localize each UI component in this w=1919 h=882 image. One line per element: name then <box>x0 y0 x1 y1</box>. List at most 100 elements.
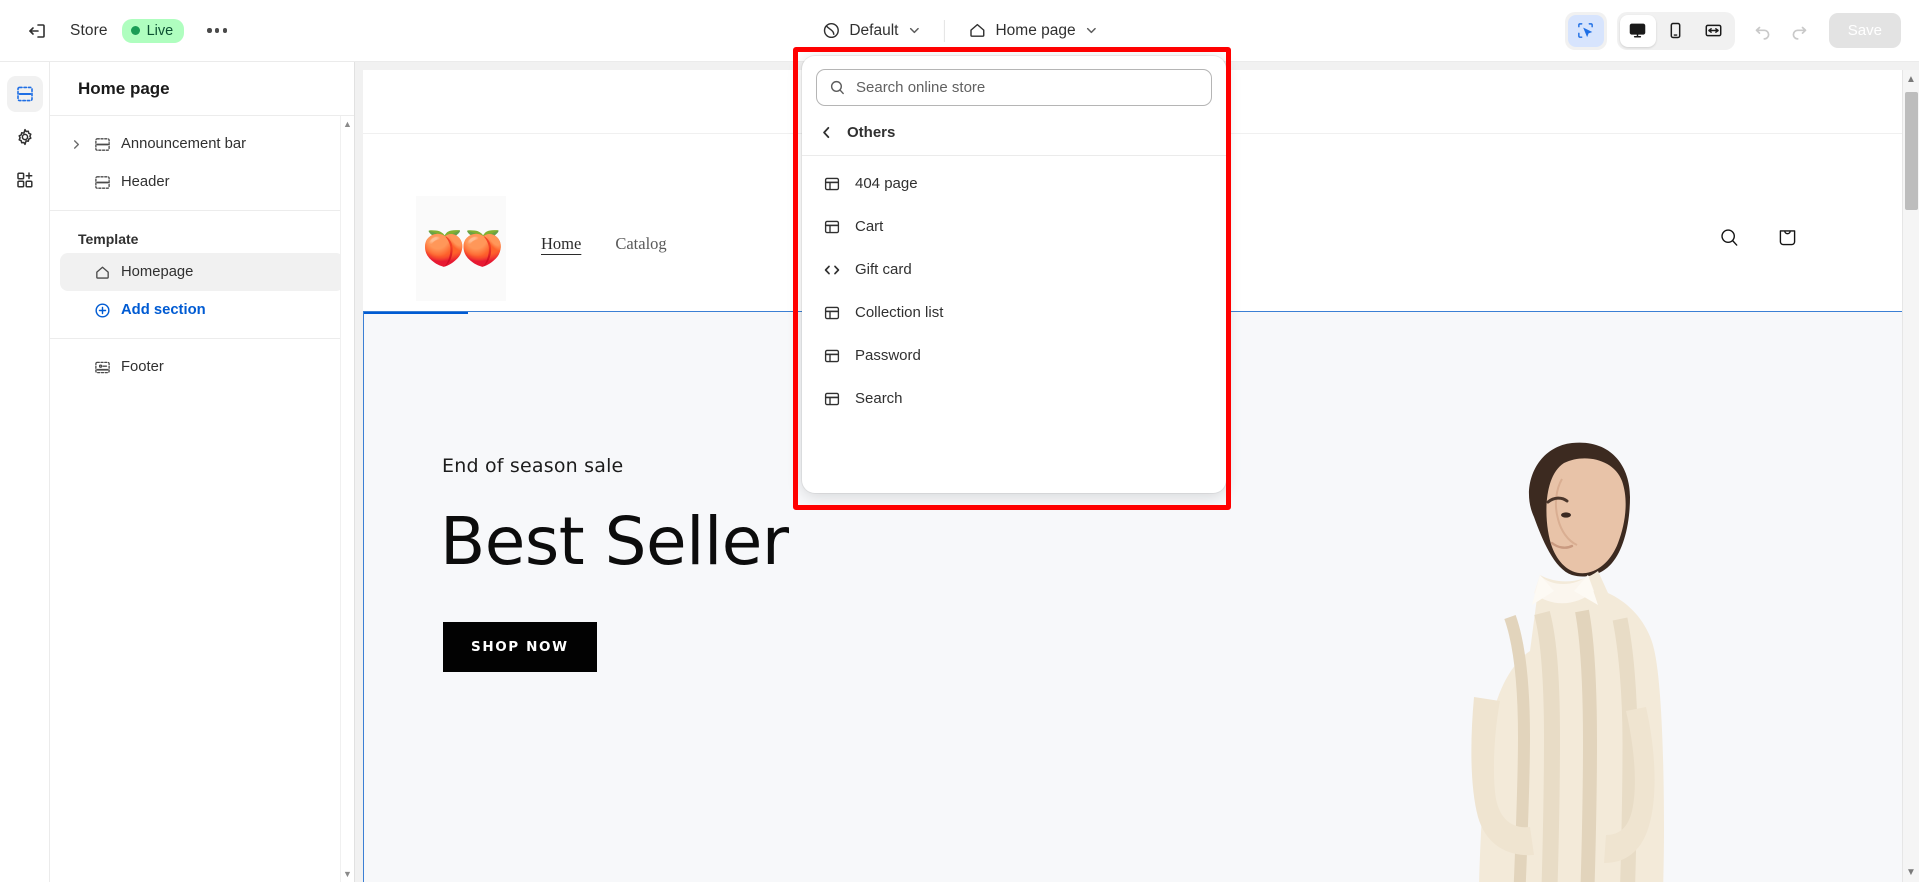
sidebar-item-label: Footer <box>121 359 164 375</box>
sidebar-group-sections: Announcement bar Header <box>50 116 354 211</box>
dropdown-item-cart[interactable]: Cart <box>810 205 1218 248</box>
dropdown-item-collection-list[interactable]: Collection list <box>810 291 1218 334</box>
search-row <box>802 56 1226 118</box>
sidebar-item-label: Homepage <box>121 264 194 280</box>
page-icon <box>823 218 841 236</box>
dropdown-item-label: Password <box>855 347 921 364</box>
dropdown-item-gift-card[interactable]: Gift card <box>810 248 1218 291</box>
rail-item-sections[interactable] <box>6 76 43 112</box>
select-tool-icon[interactable] <box>1567 14 1604 47</box>
scrollbar-thumb[interactable] <box>1905 92 1918 210</box>
dropdown-item-label: 404 page <box>855 175 918 192</box>
code-icon <box>823 261 841 279</box>
fullwidth-icon[interactable] <box>1696 15 1732 47</box>
preview-scrollbar[interactable]: ▲ ▼ <box>1902 70 1919 882</box>
scroll-down-arrow-icon[interactable]: ▼ <box>343 869 352 879</box>
plus-circle-icon <box>94 302 111 319</box>
redo-button[interactable] <box>1781 13 1817 49</box>
section-icon <box>94 174 111 191</box>
store-header-actions <box>1718 226 1799 249</box>
dropdown-list: 404 page Cart Gift card Collection list … <box>802 156 1226 430</box>
page-title: Home page <box>50 62 354 116</box>
home-icon <box>94 264 111 281</box>
chevron-left-icon[interactable] <box>820 126 833 139</box>
sidebar-group-heading: Template <box>78 231 139 247</box>
add-section-button[interactable]: Add section <box>60 291 344 329</box>
search-input[interactable] <box>856 79 1199 96</box>
page-selector-label: Home page <box>995 21 1076 39</box>
page-icon <box>823 175 841 193</box>
sidebar-group-footer: Footer <box>50 339 354 395</box>
dropdown-item-404-page[interactable]: 404 page <box>810 162 1218 205</box>
section-icon <box>94 136 111 153</box>
chevron-right-icon[interactable] <box>68 139 84 150</box>
mobile-icon[interactable] <box>1658 15 1694 47</box>
logo-image: 🍑🍑 <box>422 229 504 268</box>
search-box[interactable] <box>816 69 1212 106</box>
dropdown-back-row[interactable]: Others <box>802 118 1226 156</box>
page-icon <box>823 347 841 365</box>
desktop-icon[interactable] <box>1619 14 1656 47</box>
sidebar-item-footer[interactable]: Footer <box>60 348 344 386</box>
theme-selector[interactable]: Default <box>810 15 931 46</box>
nav-link-catalog[interactable]: Catalog <box>615 234 666 254</box>
page-icon <box>823 390 841 408</box>
dropdown-item-password[interactable]: Password <box>810 334 1218 377</box>
theme-selector-label: Default <box>849 21 899 39</box>
dropdown-item-label: Search <box>855 390 903 407</box>
sidebar: Home page Announcement bar Header Templa… <box>50 62 355 882</box>
search-icon <box>829 79 846 96</box>
sidebar-scroll-area: Announcement bar Header Template Homepag… <box>50 116 354 882</box>
sidebar-item-homepage[interactable]: Homepage <box>60 253 344 291</box>
divider <box>943 19 945 42</box>
status-badge-label: Live <box>146 22 174 39</box>
top-bar: Store Live Default Home page Save <box>0 0 1919 62</box>
store-logo[interactable]: 🍑🍑 <box>416 196 506 301</box>
select-tool-group <box>1564 11 1607 50</box>
dropdown-item-label: Gift card <box>855 261 912 278</box>
status-badge: Live <box>121 18 185 43</box>
dropdown-item-search[interactable]: Search <box>810 377 1218 420</box>
scroll-down-arrow-icon[interactable]: ▼ <box>1906 867 1916 878</box>
sidebar-item-header[interactable]: Header <box>60 163 344 201</box>
rail-item-apps[interactable] <box>7 162 43 198</box>
scroll-up-arrow-icon[interactable]: ▲ <box>343 119 352 129</box>
page-selector[interactable]: Home page <box>956 15 1108 46</box>
shop-now-button[interactable]: SHOP NOW <box>443 622 597 672</box>
save-button[interactable]: Save <box>1828 13 1901 48</box>
globe-icon <box>821 21 840 40</box>
shopping-bag-icon[interactable] <box>1776 226 1799 249</box>
page-picker-dropdown: Others 404 page Cart <box>802 56 1226 493</box>
dropdown-group-title: Others <box>847 124 896 141</box>
status-dot-icon <box>130 26 140 35</box>
viewport-group <box>1616 11 1735 50</box>
hero-title: Best Seller <box>440 503 789 580</box>
sidebar-item-announcement-bar[interactable]: Announcement bar <box>60 125 344 163</box>
sidebar-scrollbar[interactable]: ▲ ▼ <box>340 116 354 882</box>
top-bar-right: Save <box>1564 11 1901 50</box>
ellipsis-icon <box>207 28 227 33</box>
hero-kicker: End of season sale <box>442 455 624 477</box>
sidebar-item-label: Announcement bar <box>121 136 247 152</box>
page-icon <box>823 304 841 322</box>
section-badge[interactable]: Homepage <box>364 312 468 314</box>
search-icon[interactable] <box>1718 226 1741 249</box>
dropdown-item-label: Collection list <box>855 304 944 321</box>
chevron-down-icon <box>907 24 920 37</box>
scroll-up-arrow-icon[interactable]: ▲ <box>1906 74 1916 85</box>
apps-icon <box>15 170 35 190</box>
exit-to-app-icon[interactable] <box>18 12 56 50</box>
more-actions-button[interactable] <box>198 12 236 50</box>
rail-item-settings[interactable] <box>7 119 43 155</box>
undo-button[interactable] <box>1745 13 1781 49</box>
top-bar-center: Default Home page <box>810 15 1108 46</box>
sidebar-item-label: Add section <box>121 302 206 318</box>
home-icon <box>967 21 986 40</box>
nav-link-home[interactable]: Home <box>541 234 581 254</box>
footer-icon <box>94 359 111 376</box>
gear-icon <box>15 127 35 147</box>
chevron-down-icon <box>1085 24 1098 37</box>
sidebar-item-label: Header <box>121 174 170 190</box>
store-name: Store <box>70 21 108 39</box>
store-nav: Home Catalog <box>541 234 667 254</box>
